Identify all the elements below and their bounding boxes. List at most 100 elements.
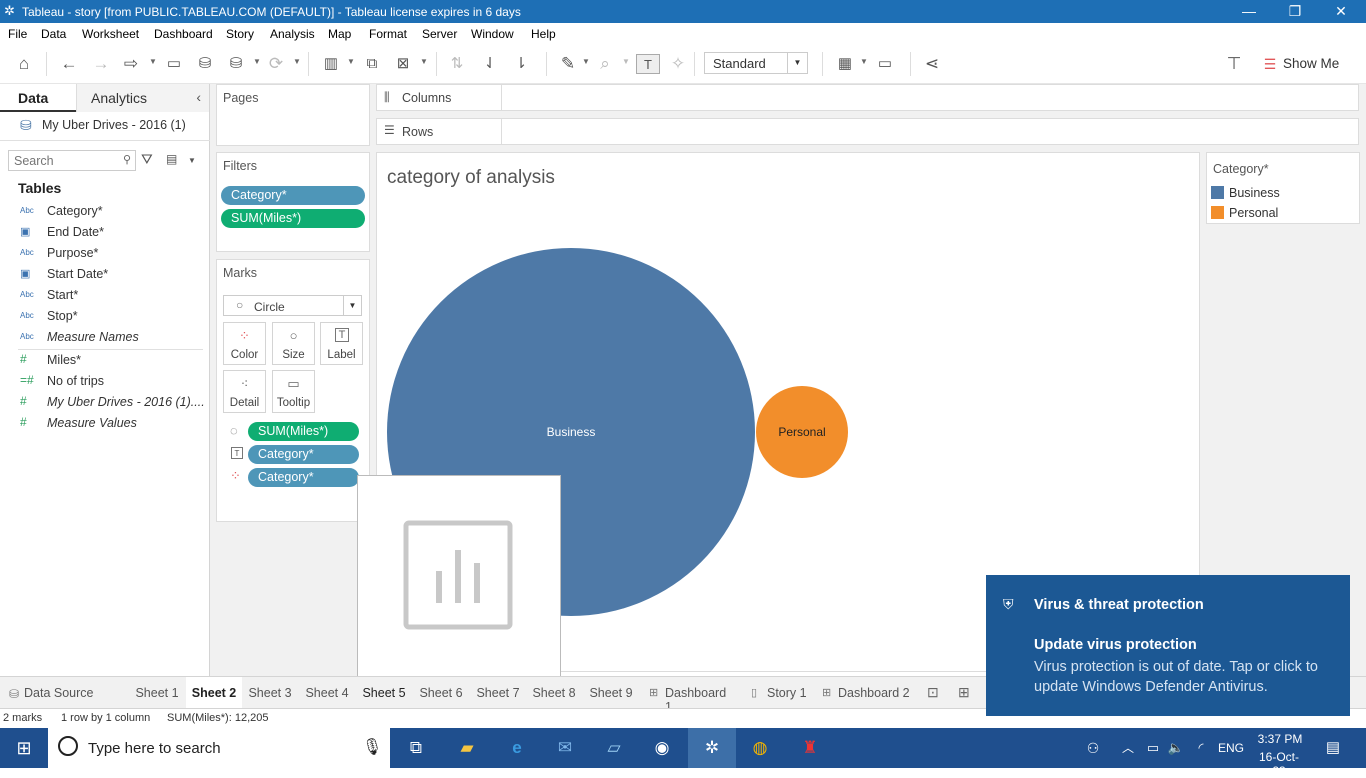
label-button[interactable]: T Label bbox=[320, 322, 363, 365]
close-button[interactable]: ✕ bbox=[1318, 0, 1364, 23]
legend-label-business[interactable]: Business bbox=[1229, 186, 1280, 200]
chevron-down-icon[interactable]: ▼ bbox=[860, 57, 868, 66]
mark-type-select[interactable]: ○ Circle ▼ bbox=[223, 295, 362, 316]
filter-pill-category[interactable]: Category* bbox=[221, 186, 365, 205]
tab-data[interactable]: Data bbox=[0, 84, 76, 112]
undo-icon[interactable]: ← bbox=[58, 54, 80, 74]
volume-icon[interactable]: 🔈 bbox=[1164, 736, 1188, 760]
menu-format[interactable]: Format bbox=[369, 27, 407, 41]
tab-sheet-4[interactable]: Sheet 4 bbox=[300, 677, 354, 709]
save-icon[interactable]: ▭ bbox=[163, 54, 185, 74]
show-me-icon[interactable]: ☰ bbox=[1259, 54, 1281, 74]
language-indicator[interactable]: ENG bbox=[1218, 741, 1244, 755]
mail-icon[interactable]: ✉ bbox=[553, 736, 577, 760]
chevron-down-icon[interactable]: ▼ bbox=[420, 57, 428, 66]
task-view-icon[interactable]: ⧉ bbox=[404, 736, 428, 760]
filters-shelf[interactable]: Filters Category* SUM(Miles*) bbox=[216, 152, 370, 252]
highlighter-icon[interactable]: ⊤ bbox=[1223, 54, 1245, 74]
app-icon[interactable]: ♜ bbox=[798, 736, 822, 760]
redo-icon[interactable]: → bbox=[90, 54, 112, 74]
chevron-down-icon[interactable]: ▼ bbox=[188, 156, 196, 165]
size-pill-sum-miles[interactable]: SUM(Miles*) bbox=[248, 422, 359, 441]
edge-icon[interactable]: e bbox=[505, 736, 529, 760]
people-icon[interactable]: ⚇ bbox=[1081, 736, 1105, 760]
refresh-icon[interactable]: ⟳ bbox=[265, 54, 287, 74]
show-me-button[interactable]: Show Me bbox=[1283, 56, 1339, 71]
clock-time[interactable]: 3:37 PM bbox=[1257, 732, 1303, 746]
field-record-count[interactable]: # My Uber Drives - 2016 (1).... bbox=[18, 393, 205, 413]
eclipse-icon[interactable]: ◉ bbox=[650, 736, 674, 760]
clear-sheet-icon[interactable]: ⊠ bbox=[392, 54, 414, 74]
fit-select[interactable]: Standard ▼ bbox=[704, 52, 808, 74]
field-end-date[interactable]: ▣ End Date* bbox=[18, 223, 203, 243]
share-icon[interactable]: ⋖ bbox=[921, 54, 943, 74]
menu-story[interactable]: Story bbox=[226, 27, 254, 41]
duplicate-sheet-icon[interactable]: ⧉ bbox=[361, 54, 383, 74]
restore-button[interactable]: ❐ bbox=[1272, 0, 1318, 23]
microphone-icon[interactable]: 🎙 bbox=[362, 737, 382, 757]
tab-sheet-6[interactable]: Sheet 6 bbox=[414, 677, 468, 709]
show-cards-icon[interactable]: ▦ bbox=[834, 54, 856, 74]
notifications-icon[interactable]: ▤ bbox=[1321, 736, 1345, 760]
sort-ascending-icon[interactable]: ⇃ bbox=[479, 54, 501, 74]
taskbar-search[interactable]: Type here to search 🎙 bbox=[48, 728, 390, 768]
presentation-mode-icon[interactable]: ▭ bbox=[874, 54, 896, 74]
menu-window[interactable]: Window bbox=[471, 27, 514, 41]
field-stop[interactable]: Abc Stop* bbox=[18, 307, 203, 327]
new-worksheet-icon[interactable]: ⊡ bbox=[927, 684, 939, 701]
chevron-down-icon[interactable]: ▼ bbox=[622, 57, 630, 66]
home-icon[interactable]: ⌂ bbox=[13, 54, 35, 74]
show-labels-icon[interactable]: T bbox=[636, 54, 660, 74]
menu-dashboard[interactable]: Dashboard bbox=[154, 27, 213, 41]
chevron-down-icon[interactable]: ▼ bbox=[253, 57, 261, 66]
new-datasource-icon[interactable]: ⛁ bbox=[194, 54, 216, 74]
menu-map[interactable]: Map bbox=[328, 27, 351, 41]
tooltip-button[interactable]: ▭ Tooltip bbox=[272, 370, 315, 413]
tab-analytics[interactable]: Analytics ‹ bbox=[76, 84, 209, 112]
field-measure-values[interactable]: # Measure Values bbox=[18, 414, 203, 434]
menu-worksheet[interactable]: Worksheet bbox=[82, 27, 139, 41]
tab-sheet-3[interactable]: Sheet 3 bbox=[243, 677, 297, 709]
tab-sheet-1[interactable]: Sheet 1 bbox=[130, 677, 184, 709]
notes-app-icon[interactable]: ▱ bbox=[602, 736, 626, 760]
tab-dashboard-2[interactable]: Dashboard 2 bbox=[838, 677, 910, 709]
tab-dashboard-1[interactable]: Dashboard 1 bbox=[665, 677, 735, 714]
tableau-taskbar-button[interactable]: ✲ bbox=[688, 728, 736, 768]
field-start-date[interactable]: ▣ Start Date* bbox=[18, 265, 203, 285]
windows-start-icon[interactable]: ⊞ bbox=[12, 736, 36, 760]
tab-sheet-7[interactable]: Sheet 7 bbox=[471, 677, 525, 709]
legend-label-personal[interactable]: Personal bbox=[1229, 206, 1278, 220]
chevron-up-icon[interactable]: ︿ bbox=[1116, 736, 1140, 760]
tab-data-source[interactable]: Data Source bbox=[24, 677, 104, 709]
color-pill-category[interactable]: Category* bbox=[248, 468, 359, 487]
pause-updates-icon[interactable]: ⛁ bbox=[225, 54, 247, 74]
field-miles[interactable]: # Miles* bbox=[18, 351, 203, 371]
tab-sheet-9[interactable]: Sheet 9 bbox=[584, 677, 638, 709]
rows-shelf[interactable]: ☰ Rows bbox=[376, 118, 1359, 145]
new-dashboard-icon[interactable]: ⊞ bbox=[958, 684, 970, 701]
search-box[interactable]: ⚲ bbox=[8, 150, 136, 171]
clock-date[interactable]: 16-Oct-23 bbox=[1253, 750, 1305, 778]
field-measure-names[interactable]: Abc Measure Names bbox=[18, 328, 203, 348]
minimize-button[interactable]: — bbox=[1226, 0, 1272, 23]
menu-analysis[interactable]: Analysis bbox=[270, 27, 315, 41]
replay-icon[interactable]: ⇨ bbox=[120, 54, 142, 74]
menu-help[interactable]: Help bbox=[531, 27, 556, 41]
tab-sheet-2[interactable]: Sheet 2 bbox=[186, 677, 242, 709]
search-input[interactable] bbox=[14, 152, 114, 170]
filter-icon[interactable]: ⛛ bbox=[141, 151, 153, 168]
columns-shelf[interactable]: ⫼ Columns bbox=[376, 84, 1359, 111]
field-no-of-trips[interactable]: =# No of trips bbox=[18, 372, 203, 392]
chevron-down-icon[interactable]: ▼ bbox=[149, 57, 157, 66]
tab-sheet-5[interactable]: Sheet 5 bbox=[357, 677, 411, 709]
filter-pill-sum-miles[interactable]: SUM(Miles*) bbox=[221, 209, 365, 228]
network-icon[interactable]: ◜ bbox=[1189, 736, 1213, 760]
battery-icon[interactable]: ▭ bbox=[1141, 736, 1165, 760]
field-purpose[interactable]: Abc Purpose* bbox=[18, 244, 203, 264]
sort-descending-icon[interactable]: ⇂ bbox=[510, 54, 532, 74]
chevron-down-icon[interactable]: ▼ bbox=[582, 57, 590, 66]
new-worksheet-icon[interactable]: ▥ bbox=[320, 54, 342, 74]
datasource-name[interactable]: My Uber Drives - 2016 (1) bbox=[42, 118, 186, 132]
collapse-icon[interactable]: ‹ bbox=[196, 89, 201, 105]
size-button[interactable]: ○ Size bbox=[272, 322, 315, 365]
